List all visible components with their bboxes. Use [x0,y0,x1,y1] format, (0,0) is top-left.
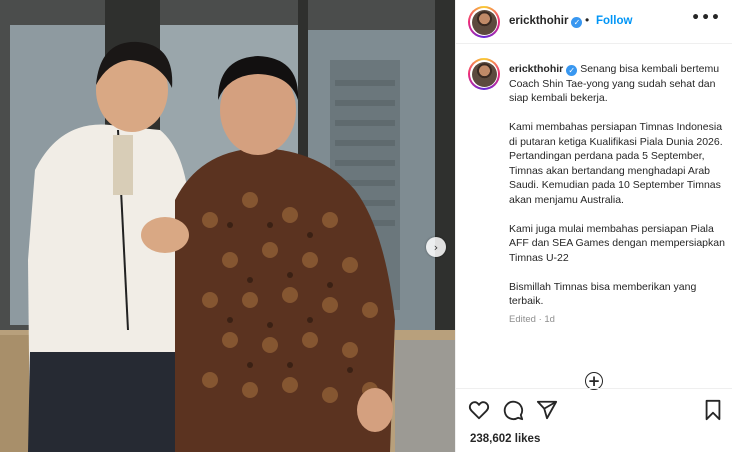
more-options-icon[interactable]: ••• [691,10,721,26]
share-icon[interactable] [536,399,558,421]
heart-icon[interactable] [468,399,490,421]
likes-count[interactable]: 238,602 likes [470,433,540,445]
caption-avatar[interactable] [468,58,500,90]
comment-icon[interactable] [502,399,524,421]
edited-timestamp: Edited · 1d [509,314,555,325]
post-sidebar: erickthohir ✓ • Follow ••• erickthohir ✓ S… [455,0,732,452]
caption-area: erickthohir ✓ Senang bisa kembali bertemu… [456,44,732,390]
follow-button[interactable]: Follow [596,15,632,27]
separator-dot: • [585,13,590,27]
post-photo[interactable]: › [0,0,455,452]
chevron-right-icon[interactable]: › [426,237,446,257]
caption-username[interactable]: erickthohir [509,63,563,75]
action-bar: 238,602 likes [456,388,732,452]
photo-illustration [0,0,455,452]
username-link[interactable]: erickthohir ✓ [509,15,583,28]
avatar[interactable] [468,6,500,38]
username-text: erickthohir [509,15,569,27]
caption-paragraph: Kami juga mulai membahas persiapan Piala… [509,222,725,264]
post-header: erickthohir ✓ • Follow ••• [456,0,732,44]
caption-paragraph: Bismillah Timnas bisa memberikan yang te… [509,280,697,308]
caption-paragraph: Kami membahas persiapan Timnas Indonesia… [509,121,723,206]
verified-badge-icon: ✓ [566,65,578,76]
verified-badge-icon: ✓ [571,17,583,28]
caption-text: erickthohir ✓ Senang bisa kembali bertemu… [509,62,725,328]
bookmark-icon[interactable] [703,399,723,421]
